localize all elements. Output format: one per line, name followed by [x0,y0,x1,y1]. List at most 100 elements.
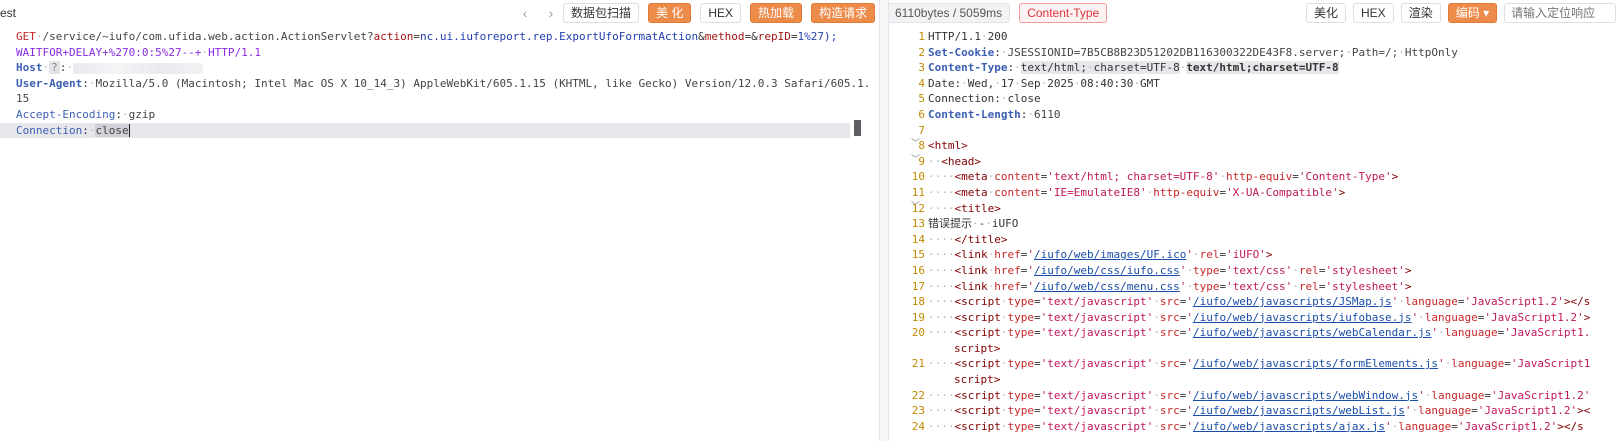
line-content: Date:·Wed,·17·Sep·2025·08:40:30·GMT [928,76,1160,90]
chevron-down-icon: ▾ [1483,6,1490,20]
response-line-13: 13 错误提示·-·iUFO [889,216,1617,232]
response-line-22: 22 ····<script·type='text/javascript'·src… [889,388,1617,404]
response-line-5: 5 Connection:·close [889,91,1617,107]
line-number: 1 [918,30,925,43]
redacted-host [73,62,203,74]
line-number: 3 [918,61,925,75]
line-number: 20 [911,326,925,340]
header-connection: Connection:·close [0,122,850,139]
chevron-left-icon[interactable]: ‹ [515,3,535,23]
line-number: 18 [911,295,925,309]
line-number: 2 [918,45,925,59]
response-line-7: 7 [889,123,1617,139]
line-number: 15 [911,248,925,262]
response-beautify-button[interactable]: 美化 [1306,3,1347,23]
response-toolbar: 6110bytes / 5059ms Content-Type 美化 HEX 渲… [889,0,1617,26]
line-content: script> [954,341,1001,355]
header-user-agent: User-Agent:·Mozilla/5.0 (Macintosh; Inte… [16,76,871,90]
header-host: Host·?:· [16,60,879,76]
line-content: ··<head> [928,154,981,168]
line-content: Content-Type:·text/html;·charset=UTF-8·t… [928,61,1339,75]
build-request-button[interactable]: 构造请求 [811,3,876,23]
line-number: 24 [911,419,925,433]
line-content: Content-Length:·6110 [928,107,1061,121]
response-line-20: 20 ····<script·type='text/javascript'·src… [889,325,1617,341]
render-button[interactable]: 渲染 [1400,3,1441,23]
response-line-3: 3 Content-Type:·text/html;·charset=UTF-8·… [889,60,1617,76]
response-line-23: 23 ····<script·type='text/javascript'·src… [889,403,1617,419]
request-line-payload: WAITFOR+DELAY+%270:0:5%27--+·HTTP/1.1 [16,45,262,59]
fold-chevron-icon[interactable]: ﹀ [911,153,920,169]
line-number: 11 [911,185,925,199]
response-line-24: 24 ····<script·type='text/javascript'·src… [889,419,1617,435]
line-content: script> [954,373,1001,387]
line-number: 22 [911,388,925,402]
response-line-15: 15 ····<link·href='/iufo/web/images/UF.ic… [889,247,1617,263]
response-line-wrap: script> [889,341,1617,357]
text-cursor [128,124,130,138]
response-line-6: 6 Content-Length:·6110 [889,107,1617,123]
response-line-16: 16 ····<link·href='/iufo/web/css/iufo.css… [889,263,1617,279]
line-number: 5 [918,92,925,106]
beautify-button[interactable]: 美 化 [648,3,692,23]
line-number: 10 [911,170,925,184]
response-line-18: 18 ····<script·type='text/javascript'·src… [889,294,1617,310]
line-content: ····<script·type='text/javascript'·src='… [928,388,1591,402]
size-time-badge: 6110bytes / 5059ms [889,3,1011,23]
line-content: ····<link·href='/iufo/web/css/iufo.css'·… [928,263,1412,277]
packet-scan-button[interactable]: 数据包扫描 [563,3,640,23]
line-number: 13 [911,217,925,231]
fold-chevron-icon[interactable]: ﹀ [911,137,920,153]
response-line-11: 11 ····<meta·content='IE=EmulateIE8'·http… [889,185,1617,201]
response-line-4: 4 Date:·Wed,·17·Sep·2025·08:40:30·GMT [889,76,1617,92]
request-title: est [0,6,17,20]
line-number: 21 [911,357,925,371]
line-content: ····<script·type='text/javascript'·src='… [928,357,1591,371]
response-line-19: 19 ····<script·type='text/javascript'·src… [889,310,1617,326]
line-number: 6 [918,107,925,121]
line-content: ····<link·href='/iufo/web/css/menu.css'·… [928,279,1412,293]
line-content: HTTP/1.1·200 [928,30,1008,43]
line-content: Connection:·close [928,92,1041,106]
line-content: ····<script·type='text/javascript'·src='… [928,295,1591,309]
chevron-right-icon[interactable]: › [541,3,561,23]
line-number: 16 [911,263,925,277]
request-pane: est ‹ › 数据包扫描 美 化 HEX 热加载 构造请求 ⤢ GET·/se… [0,0,879,441]
response-line-8: 8 ﹀ <html> [889,138,1617,154]
request-line: GET·/service/~iufo/com.ufida.web.action.… [16,30,838,43]
response-line-10: 10 ····<meta·content='text/html; charset=… [889,169,1617,185]
encoding-dropdown[interactable]: 编码 ▾ [1447,3,1498,23]
response-hex-button[interactable]: HEX [1353,3,1394,23]
fold-chevron-icon[interactable]: ﹀ [911,200,920,216]
content-type-badge[interactable]: Content-Type [1019,3,1108,23]
hot-load-button[interactable]: 热加载 [750,3,803,23]
line-content: 错误提示·-·iUFO [928,217,1019,231]
line-content: ····<title> [928,201,1001,215]
response-viewer[interactable]: 1 HTTP/1.1·200 2 Set-Cookie:·JSESSIONID=7B5… [889,29,1617,441]
line-number: 4 [918,76,925,90]
header-accept-encoding: Accept-Encoding:·gzip [16,107,156,121]
response-line-9: 9 ﹀ ··<head> [889,154,1617,170]
response-line-17: 17 ····<link·href='/iufo/web/css/menu.css… [889,279,1617,295]
line-content: ····<script·type='text/javascript'·src='… [928,419,1584,433]
pane-divider[interactable] [879,0,889,441]
request-editor[interactable]: GET·/service/~iufo/com.ufida.web.action.… [0,29,879,441]
hex-button[interactable]: HEX [700,3,742,23]
line-number: 7 [918,123,925,137]
line-content: ····<meta·content='text/html; charset=UT… [928,170,1399,184]
line-content: ····<meta·content='IE=EmulateIE8'·http-e… [928,185,1346,199]
line-number: 17 [911,279,925,293]
response-line-wrap: script> [889,372,1617,388]
scrollbar-thumb[interactable] [854,120,861,136]
line-content: Set-Cookie:·JSESSIONID=7B5CB8B23D51202DB… [928,45,1458,59]
line-content: <html> [928,139,968,153]
line-content: ····</title> [928,232,1008,246]
response-line-1: 1 HTTP/1.1·200 [889,29,1617,45]
line-content: ····<script·type='text/javascript'·src='… [928,310,1591,324]
locate-response-input[interactable] [1504,3,1617,23]
response-line-21: 21 ····<script·type='text/javascript'·src… [889,356,1617,372]
header-user-agent-wrap: 15 [16,92,30,106]
line-number: 14 [911,232,925,246]
response-pane: 6110bytes / 5059ms Content-Type 美化 HEX 渲… [889,0,1617,441]
line-content: ····<link·href='/iufo/web/images/UF.ico'… [928,248,1273,262]
